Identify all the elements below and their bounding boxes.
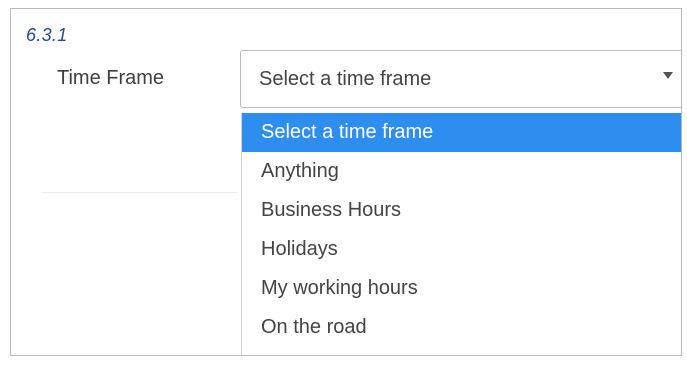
option-on-the-road[interactable]: On the road xyxy=(242,308,681,347)
option-business-hours[interactable]: Business Hours xyxy=(242,191,681,230)
option-anything[interactable]: Anything xyxy=(242,152,681,191)
option-holidays[interactable]: Holidays xyxy=(242,230,681,269)
time-frame-select[interactable]: Select a time frame xyxy=(240,50,681,108)
option-my-working-hours[interactable]: My working hours xyxy=(242,269,681,308)
form-panel: 6.3.1 Time Frame Select a time frame Sel… xyxy=(10,8,682,356)
version-tag: 6.3.1 xyxy=(26,25,68,45)
option-select-a-time-frame[interactable]: Select a time frame xyxy=(242,113,681,152)
caret-down-icon[interactable] xyxy=(663,72,673,79)
time-frame-options-list: Select a time frame Anything Business Ho… xyxy=(241,113,681,355)
time-frame-label: Time Frame xyxy=(57,67,165,89)
divider xyxy=(41,192,237,193)
time-frame-selected-value: Select a time frame xyxy=(259,68,432,90)
